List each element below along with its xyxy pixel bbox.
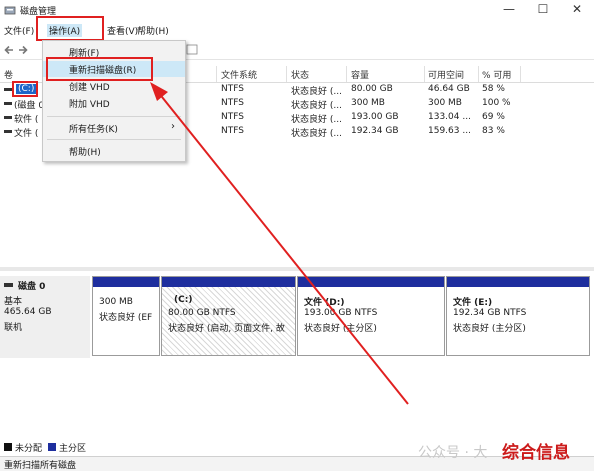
annotation-arrow (150, 82, 409, 405)
watermark-text: 公众号 · 大 (418, 445, 488, 461)
watermark-logo: 综合信息 (502, 443, 570, 463)
